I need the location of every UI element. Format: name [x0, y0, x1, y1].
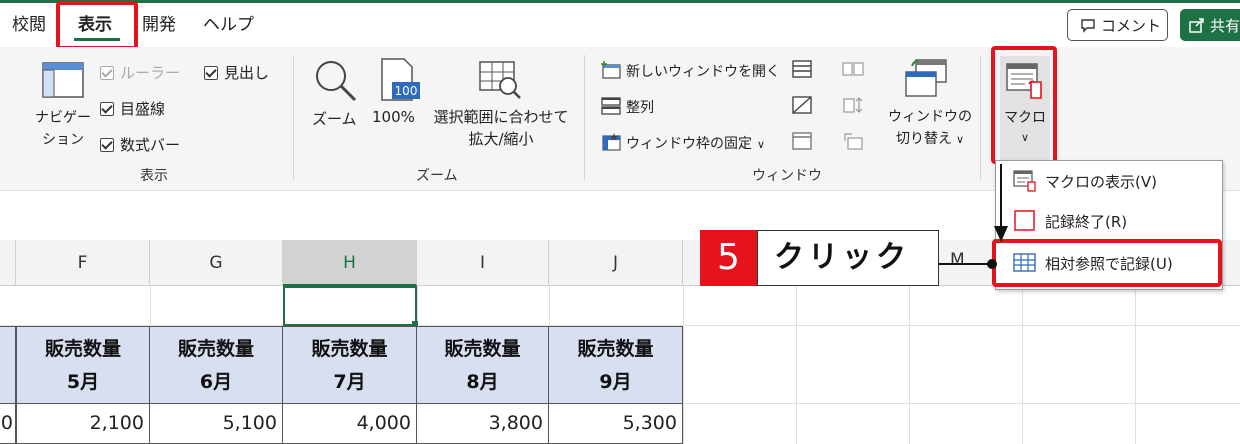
step-instruction: クリック: [757, 230, 939, 286]
step-number-badge: 5: [700, 230, 757, 286]
annotation-arrows: [939, 164, 1008, 269]
